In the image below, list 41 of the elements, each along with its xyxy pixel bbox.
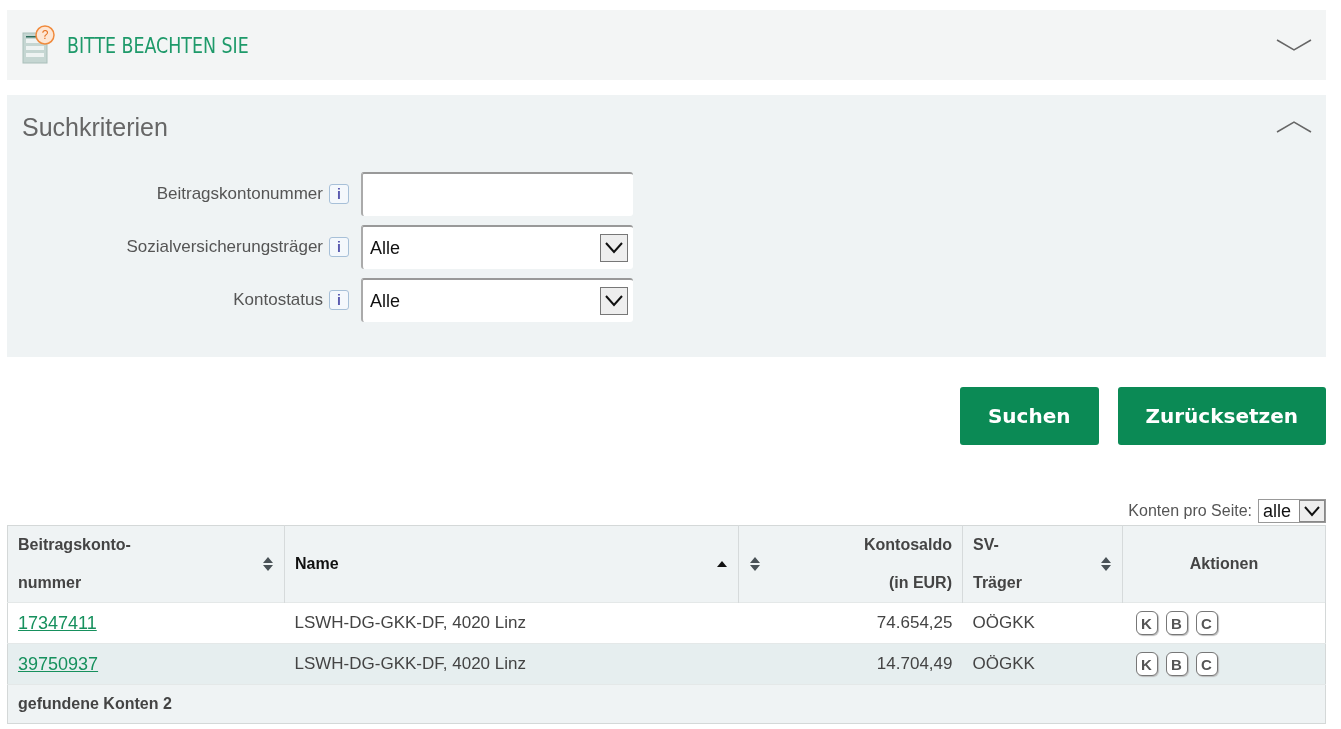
sort-ascending-icon — [716, 560, 728, 568]
column-header[interactable]: Kontosaldo (in EUR) — [738, 525, 963, 603]
info-icon[interactable]: i — [329, 237, 349, 257]
account-link[interactable]: 17347411 — [18, 612, 97, 633]
page-size-dropdown[interactable]: alle — [1257, 499, 1326, 523]
action-button[interactable]: B — [1165, 611, 1188, 635]
action-button[interactable]: C — [1195, 652, 1218, 676]
sort-icon — [1100, 555, 1112, 573]
page-size-label: Konten pro Seite: — [1128, 502, 1252, 520]
field-label: Beitragskontonummer — [155, 184, 324, 204]
info-icon[interactable]: i — [329, 290, 349, 310]
input-field[interactable] — [361, 172, 633, 216]
collapse-chevron-icon[interactable] — [1276, 120, 1312, 134]
field-label: Sozialversicherungsträger — [125, 237, 324, 257]
table-cell: 14.704,49 — [876, 654, 953, 673]
action-button[interactable]: B — [1165, 652, 1188, 676]
expand-chevron-icon[interactable] — [1276, 38, 1312, 52]
table-cell: LSWH-DG-GKK-DF, 4020 Linz — [294, 654, 526, 673]
action-button[interactable]: K — [1135, 611, 1158, 635]
result-count: gefundene Konten 2 — [18, 695, 172, 712]
account-link[interactable]: 39750937 — [18, 653, 99, 674]
search-button[interactable]: Suchen — [959, 387, 1099, 445]
info-icon[interactable]: i — [329, 184, 349, 204]
table-cell: 74.654,25 — [876, 613, 953, 632]
field-label: Kontostatus — [232, 290, 324, 310]
reset-button[interactable]: Zurücksetzen — [1117, 387, 1326, 445]
action-button[interactable]: C — [1195, 611, 1218, 635]
action-button[interactable]: K — [1135, 652, 1158, 676]
table-cell: OÖGKK — [972, 613, 1035, 632]
column-header[interactable]: Name — [284, 525, 739, 603]
column-header[interactable]: Aktionen — [1122, 525, 1326, 603]
dropdown-field[interactable]: Alle — [361, 278, 633, 322]
column-header[interactable]: Beitragskonto- nummer — [7, 525, 285, 603]
table-cell: LSWH-DG-GKK-DF, 4020 Linz — [294, 613, 526, 632]
column-header[interactable]: SV- Träger — [962, 525, 1123, 603]
sort-icon — [262, 555, 274, 573]
table-cell: OÖGKK — [972, 654, 1035, 673]
dropdown-field[interactable]: Alle — [361, 225, 633, 269]
notice-title: BITTE BEACHTEN SIE — [67, 32, 250, 58]
sort-icon — [749, 555, 761, 573]
search-title: Suchkriterien — [22, 112, 168, 142]
